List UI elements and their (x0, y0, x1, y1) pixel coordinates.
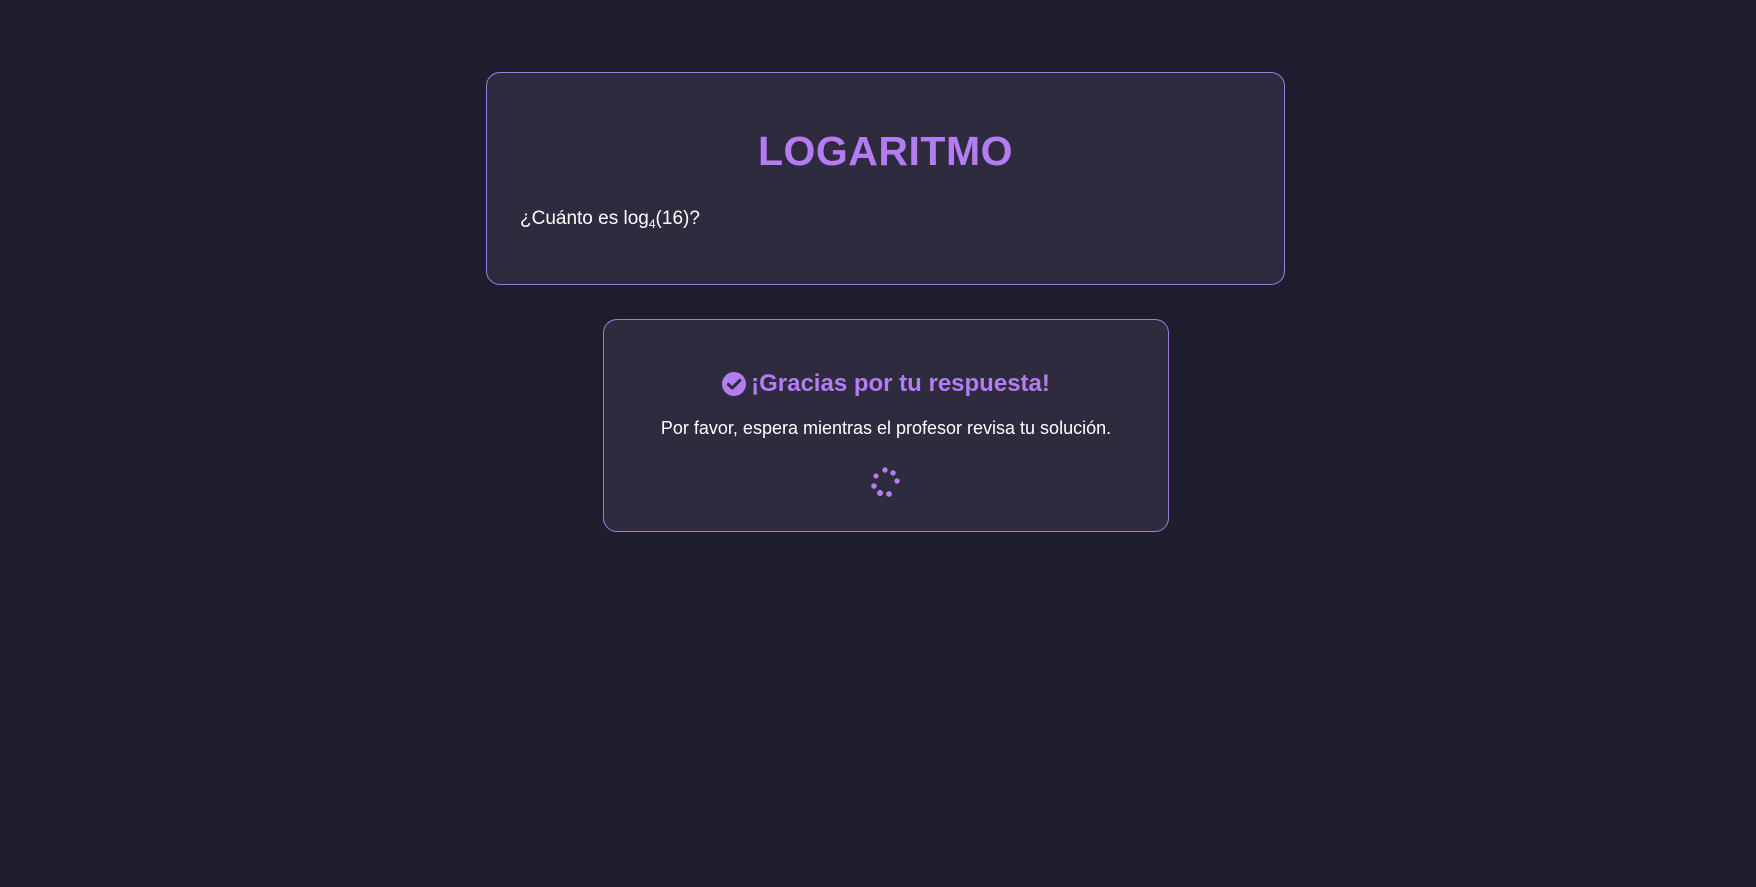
log-base: 4 (648, 217, 656, 231)
spinner-icon (871, 467, 900, 497)
status-title: ¡Gracias por tu respuesta! (751, 370, 1050, 397)
status-message: Por favor, espera mientras el profesor r… (660, 418, 1112, 438)
question-prefix: ¿Cuánto es log (520, 208, 649, 229)
question-text: ¿Cuánto es log4(16)? (520, 208, 700, 231)
status-heading: ¡Gracias por tu respuesta! (604, 372, 1168, 396)
question-suffix: (16)? (655, 208, 700, 229)
check-circle-icon (722, 372, 747, 396)
question-card: LOGARITMO ¿Cuánto es log4(16)? (486, 72, 1285, 285)
question-title: LOGARITMO (757, 128, 1014, 174)
status-card: ¡Gracias por tu respuesta! Por favor, es… (603, 319, 1169, 532)
